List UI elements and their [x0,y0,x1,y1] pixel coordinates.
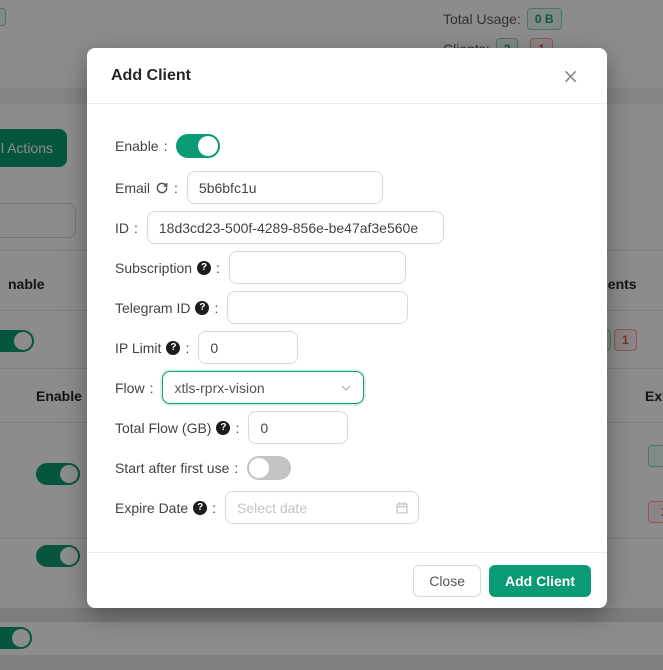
telegram-row: Telegram ID ? : [115,291,583,324]
ip-limit-input[interactable] [198,331,298,364]
flow-row: Flow: xtls-rprx-vision [115,371,583,404]
modal-body: Enable: Email : ID: Subscription [87,104,607,552]
modal-footer: Close Add Client [87,552,607,608]
telegram-label: Telegram ID [115,300,190,316]
help-icon[interactable]: ? [193,501,207,515]
id-input[interactable] [147,211,444,244]
flow-select[interactable]: xtls-rprx-vision [162,371,364,404]
close-icon[interactable]: × [558,62,583,90]
flow-label: Flow [115,380,145,396]
enable-row: Enable: [115,134,583,158]
add-client-modal: Add Client × Enable: Email : ID: [87,48,607,608]
subscription-row: Subscription ? : [115,251,583,284]
ip-limit-row: IP Limit ? : [115,331,583,364]
help-icon[interactable]: ? [166,341,180,355]
refresh-icon[interactable] [155,181,169,195]
enable-label: Enable [115,138,159,154]
modal-title: Add Client [111,67,191,85]
modal-header: Add Client × [87,48,607,104]
help-icon[interactable]: ? [197,261,211,275]
telegram-input[interactable] [227,291,408,324]
expire-date-input[interactable] [225,491,419,524]
email-input[interactable] [187,171,383,204]
start-after-first-use-row: Start after first use: [115,451,583,484]
id-label: ID [115,220,129,236]
email-label: Email [115,180,150,196]
close-button[interactable]: Close [413,565,481,597]
start-after-first-use-toggle[interactable] [247,456,291,480]
total-flow-label: Total Flow (GB) [115,420,211,436]
expire-date-label: Expire Date [115,500,188,516]
chevron-down-icon [340,382,352,394]
email-row: Email : [115,171,583,204]
ip-limit-label: IP Limit [115,340,161,356]
id-row: ID: [115,211,583,244]
flow-selected-value: xtls-rprx-vision [174,380,340,396]
subscription-input[interactable] [229,251,406,284]
add-client-button[interactable]: Add Client [489,565,591,597]
total-flow-input[interactable] [248,411,348,444]
help-icon[interactable]: ? [216,421,230,435]
enable-toggle[interactable] [176,134,220,158]
start-after-first-use-label: Start after first use [115,460,229,476]
subscription-label: Subscription [115,260,192,276]
help-icon[interactable]: ? [195,301,209,315]
toggle-knob [198,136,218,156]
toggle-knob [249,458,269,478]
total-flow-row: Total Flow (GB) ? : [115,411,583,444]
expire-date-row: Expire Date ? : [115,491,583,524]
